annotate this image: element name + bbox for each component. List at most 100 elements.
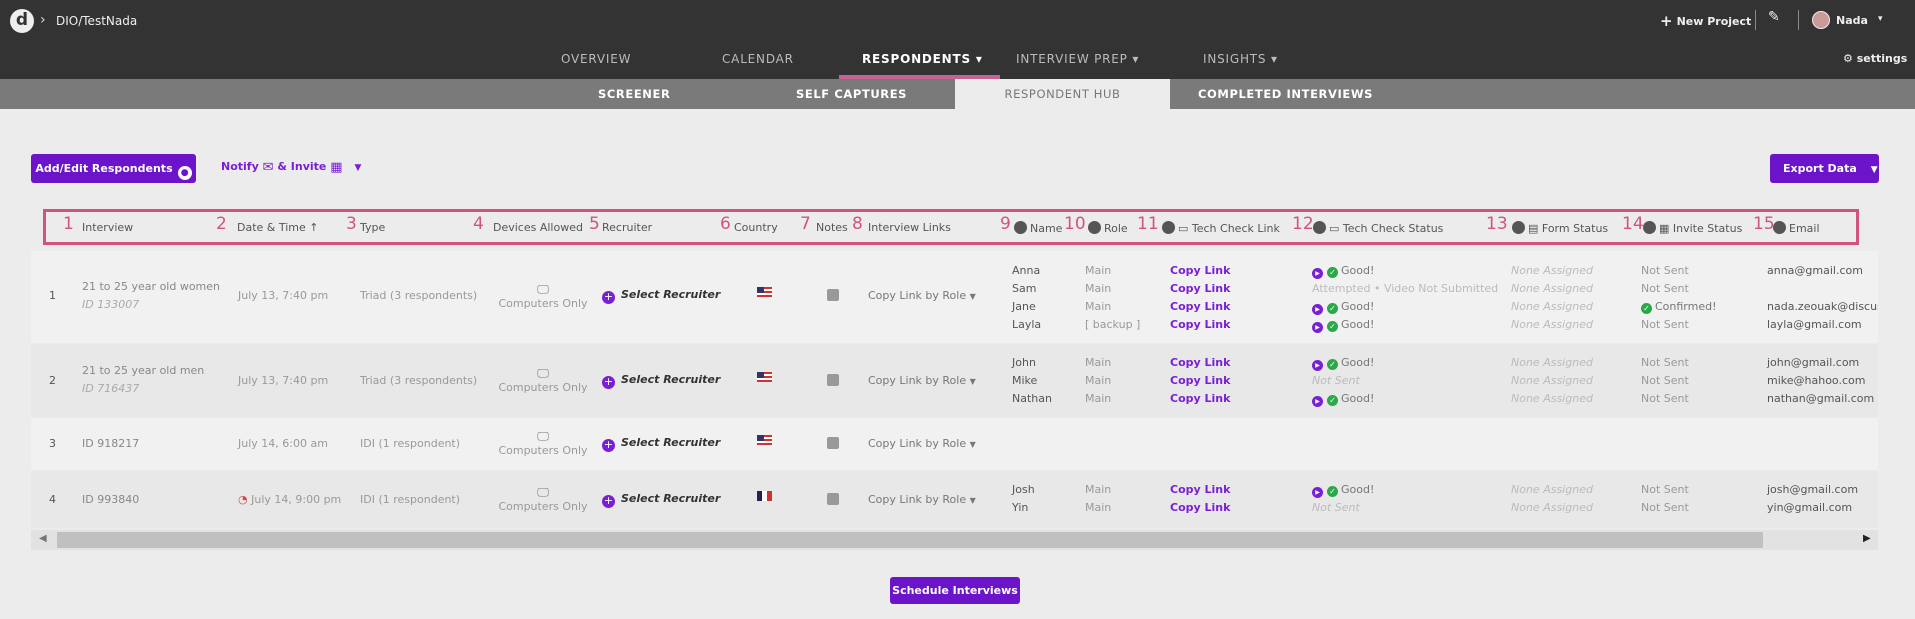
note-icon bbox=[827, 374, 839, 386]
notes-icon[interactable] bbox=[827, 374, 839, 389]
tech-check-copy-link[interactable]: Copy Link bbox=[1170, 483, 1230, 496]
settings-button[interactable]: ⚙ settings bbox=[1843, 52, 1907, 65]
tab-completed-interviews[interactable]: COMPLETED INTERVIEWS bbox=[1198, 79, 1373, 109]
header-role[interactable]: Role bbox=[1088, 221, 1128, 235]
tech-check-status[interactable]: ▶ ✓ Good! bbox=[1312, 318, 1374, 333]
interview-type: IDI (1 respondent) bbox=[360, 493, 461, 506]
header-recruiter[interactable]: Recruiter bbox=[602, 221, 652, 234]
avatar[interactable] bbox=[1812, 11, 1830, 29]
tech-check-copy-link[interactable]: Copy Link bbox=[1170, 300, 1230, 313]
nav-interview-prep[interactable]: INTERVIEW PREP ▾ bbox=[1016, 52, 1139, 66]
tech-check-copy-link[interactable]: Copy Link bbox=[1170, 282, 1230, 295]
header-country[interactable]: Country bbox=[734, 221, 778, 234]
user-icon bbox=[1643, 221, 1656, 234]
table-row[interactable]: 1 21 to 25 year old women ID 133007 July… bbox=[31, 251, 1878, 343]
interview-title[interactable]: 21 to 25 year old men bbox=[82, 364, 204, 377]
date-time[interactable]: ◔ July 14, 9:00 pm bbox=[238, 493, 341, 506]
header-interview-links[interactable]: Interview Links bbox=[868, 221, 951, 234]
header-devices[interactable]: Devices Allowed bbox=[493, 221, 583, 234]
invite-status: ✓ Confirmed! bbox=[1641, 300, 1717, 314]
scrollbar-thumb[interactable] bbox=[57, 532, 1763, 548]
france-flag-icon bbox=[757, 491, 772, 501]
tech-check-copy-link[interactable]: Copy Link bbox=[1170, 318, 1230, 331]
tab-self-captures[interactable]: SELF CAPTURES bbox=[796, 79, 907, 109]
nav-calendar[interactable]: CALENDAR bbox=[722, 52, 794, 66]
copy-link-by-role-dropdown[interactable]: Copy Link by Role ▼ bbox=[868, 289, 976, 302]
interview-id: ID 133007 bbox=[82, 298, 140, 311]
interview-title[interactable]: ID 918217 bbox=[82, 437, 139, 450]
export-data-button[interactable]: Export Data ▼ bbox=[1770, 154, 1879, 183]
add-edit-respondents-button[interactable]: Add/Edit Respondents ● bbox=[31, 154, 196, 183]
date-time[interactable]: July 13, 7:40 pm bbox=[238, 289, 328, 302]
email: yin@gmail.com bbox=[1767, 501, 1853, 514]
tech-check-copy-link[interactable]: Copy Link bbox=[1170, 264, 1230, 277]
gear-icon: ⚙ bbox=[1843, 52, 1857, 65]
header-tech-check-status[interactable]: ▭ Tech Check Status bbox=[1313, 221, 1443, 235]
scroll-right-icon[interactable]: ▶ bbox=[1863, 533, 1871, 544]
header-tech-check-link[interactable]: ▭ Tech Check Link bbox=[1162, 221, 1280, 235]
header-number: 5 bbox=[589, 214, 600, 234]
select-recruiter-button[interactable]: + Select Recruiter bbox=[602, 492, 720, 508]
date-time[interactable]: July 13, 7:40 pm bbox=[238, 374, 328, 387]
notes-icon[interactable] bbox=[827, 493, 839, 508]
header-notes[interactable]: Notes bbox=[816, 221, 848, 234]
table-row[interactable]: 2 21 to 25 year old men ID 716437 July 1… bbox=[31, 344, 1878, 417]
header-name[interactable]: Name bbox=[1014, 221, 1062, 235]
country-flag bbox=[757, 491, 772, 504]
date-time[interactable]: July 14, 6:00 am bbox=[238, 437, 328, 450]
copy-link-by-role-dropdown[interactable]: Copy Link by Role ▼ bbox=[868, 437, 976, 450]
tab-respondent-hub[interactable]: RESPONDENT HUB bbox=[955, 79, 1170, 109]
table-row[interactable]: 3 ID 918217 July 14, 6:00 am IDI (1 resp… bbox=[31, 418, 1878, 470]
tech-check-status[interactable]: ▶ ✓ Good! bbox=[1312, 356, 1374, 371]
user-name[interactable]: Nada bbox=[1836, 14, 1868, 27]
copy-link-by-role-dropdown[interactable]: Copy Link by Role ▼ bbox=[868, 374, 976, 387]
select-recruiter-button[interactable]: + Select Recruiter bbox=[602, 288, 720, 304]
tech-check-copy-link[interactable]: Copy Link bbox=[1170, 374, 1230, 387]
tech-check-copy-link[interactable]: Copy Link bbox=[1170, 501, 1230, 514]
header-email[interactable]: Email bbox=[1773, 221, 1820, 235]
scroll-left-icon[interactable]: ◀ bbox=[39, 533, 47, 544]
interview-title[interactable]: 21 to 25 year old women bbox=[82, 280, 220, 293]
magic-wand-icon[interactable]: ✎ bbox=[1768, 9, 1780, 25]
new-project-button[interactable]: + New Project bbox=[1660, 12, 1751, 30]
nav-overview[interactable]: OVERVIEW bbox=[561, 52, 631, 66]
notify-invite-button[interactable]: Notify ✉ & Invite ▦ ▼ bbox=[221, 160, 361, 175]
tech-check-status[interactable]: ▶ ✓ Good! bbox=[1312, 264, 1374, 279]
tech-check-status[interactable]: ▶ ✓ Good! bbox=[1312, 392, 1374, 407]
chevron-down-icon: ▼ bbox=[969, 440, 976, 449]
horizontal-scrollbar[interactable]: ◀ ▶ bbox=[31, 530, 1878, 550]
tech-check-status[interactable]: ▶ ✓ Good! bbox=[1312, 483, 1374, 498]
chevron-down-icon[interactable]: ▾ bbox=[1878, 14, 1883, 24]
respondent-name: John bbox=[1012, 356, 1036, 369]
nav-respondents[interactable]: RESPONDENTS ▾ bbox=[862, 52, 983, 66]
invite-status: Not Sent bbox=[1641, 483, 1689, 496]
notes-icon[interactable] bbox=[827, 289, 839, 304]
schedule-interviews-button[interactable]: Schedule Interviews bbox=[890, 577, 1020, 604]
chevron-down-icon[interactable]: ▼ bbox=[355, 163, 362, 173]
respondent-name: Mike bbox=[1012, 374, 1038, 387]
breadcrumb[interactable]: DIO/TestNada bbox=[56, 14, 137, 28]
copy-link-by-role-dropdown[interactable]: Copy Link by Role ▼ bbox=[868, 493, 976, 506]
respondent-role: Main bbox=[1085, 300, 1112, 313]
select-recruiter-button[interactable]: + Select Recruiter bbox=[602, 436, 720, 452]
tech-check-copy-link[interactable]: Copy Link bbox=[1170, 356, 1230, 369]
notes-icon[interactable] bbox=[827, 437, 839, 452]
monitor-icon: 🖵 bbox=[537, 282, 549, 296]
select-recruiter-button[interactable]: + Select Recruiter bbox=[602, 373, 720, 389]
header-form-status[interactable]: ▤ Form Status bbox=[1512, 221, 1608, 235]
calendar-icon: ▦ bbox=[330, 160, 343, 175]
invite-label: & Invite bbox=[277, 160, 327, 173]
app-logo[interactable]: d bbox=[10, 9, 34, 33]
tab-screener[interactable]: SCREENER bbox=[598, 79, 670, 109]
header-invite-status[interactable]: ▦ Invite Status bbox=[1643, 221, 1742, 235]
header-interview[interactable]: Interview bbox=[82, 221, 133, 234]
tech-check-copy-link[interactable]: Copy Link bbox=[1170, 392, 1230, 405]
nav-insights[interactable]: INSIGHTS ▾ bbox=[1203, 52, 1278, 66]
interview-type: IDI (1 respondent) bbox=[360, 437, 461, 450]
table-row[interactable]: 4 ID 993840 ◔ July 14, 9:00 pm IDI (1 re… bbox=[31, 471, 1878, 528]
respondent-name: Jane bbox=[1012, 300, 1036, 313]
header-date-time[interactable]: Date & Time ↑ bbox=[237, 221, 319, 234]
tech-check-status[interactable]: ▶ ✓ Good! bbox=[1312, 300, 1374, 315]
interview-title[interactable]: ID 993840 bbox=[82, 493, 139, 506]
header-type[interactable]: Type bbox=[360, 221, 385, 234]
